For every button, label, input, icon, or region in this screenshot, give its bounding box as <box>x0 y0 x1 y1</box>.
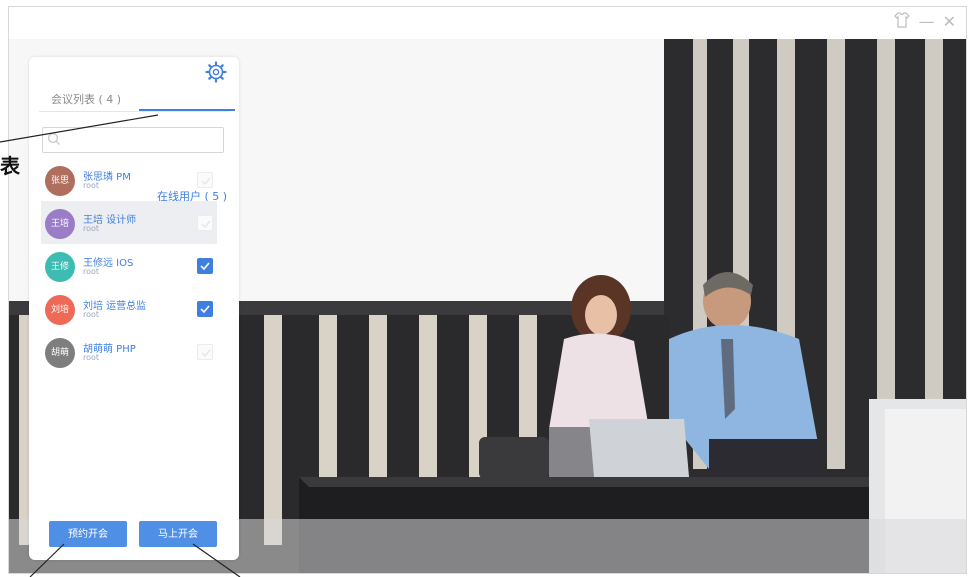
user-row-3[interactable]: 刘培 刘培 运营总监 root <box>41 287 217 330</box>
tab-divider <box>39 111 229 112</box>
reserve-meeting-button[interactable]: 预约开会 <box>49 521 127 547</box>
start-meeting-button[interactable]: 马上开会 <box>139 521 217 547</box>
user-role: root <box>83 181 100 190</box>
shirt-icon[interactable] <box>893 11 911 35</box>
avatar: 刘培 <box>45 295 75 325</box>
annotation-label: 表 <box>0 154 20 178</box>
tab-meeting-list[interactable]: 会议列表 ( 4 ) <box>51 91 121 107</box>
user-row-2[interactable]: 王修 王修远 IOS root <box>41 244 217 287</box>
close-icon[interactable]: ✕ <box>943 11 956 35</box>
avatar: 胡萌 <box>45 338 75 368</box>
title-bar: — ✕ <box>9 7 966 39</box>
minimize-icon[interactable]: — <box>919 11 935 35</box>
user-role: root <box>83 310 100 319</box>
user-checkbox[interactable] <box>197 215 213 231</box>
user-checkbox[interactable] <box>197 172 213 188</box>
user-checkbox[interactable] <box>197 258 213 274</box>
online-users-panel: 会议列表 ( 4 ) 在线用户 ( 5 ) 张思 张思璘 PM root 王培 … <box>29 57 239 560</box>
avatar: 王修 <box>45 252 75 282</box>
user-role: root <box>83 267 100 276</box>
avatar: 张思 <box>45 166 75 196</box>
search-input[interactable] <box>65 131 215 147</box>
panel-tabs: 会议列表 ( 4 ) 在线用户 ( 5 ) <box>29 87 239 203</box>
user-checkbox[interactable] <box>197 301 213 317</box>
user-row-0[interactable]: 张思 张思璘 PM root <box>41 158 217 201</box>
user-checkbox[interactable] <box>197 344 213 360</box>
active-tab-indicator <box>139 109 235 111</box>
gear-icon[interactable] <box>205 61 227 83</box>
avatar: 王培 <box>45 209 75 239</box>
user-list: 张思 张思璘 PM root 王培 王培 设计师 root 王修 王修远 IOS… <box>41 158 217 373</box>
user-row-1[interactable]: 王培 王培 设计师 root <box>41 201 217 244</box>
search-icon <box>47 132 60 145</box>
search-box <box>42 127 224 153</box>
user-role: root <box>83 224 100 233</box>
user-role: root <box>83 353 100 362</box>
user-row-4[interactable]: 胡萌 胡萌萌 PHP root <box>41 330 217 373</box>
